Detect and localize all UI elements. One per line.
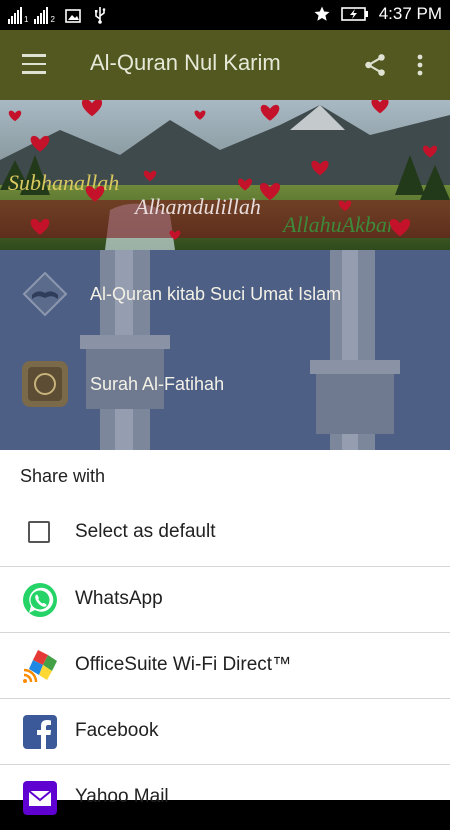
share-app-label: Yahoo Mail [75, 786, 169, 807]
list-item-label: Al-Quran kitab Suci Umat Islam [90, 284, 342, 304]
status-time: 4:37 PM [378, 4, 442, 23]
sim2-label: 2 [50, 15, 55, 24]
quran-cover-icon [22, 361, 68, 407]
share-sheet: Share with Select as default WhatsApp Of… [0, 450, 450, 815]
app-bar: Al-Quran Nul Karim [0, 30, 450, 100]
whatsapp-icon [23, 583, 57, 617]
status-bar: 1 2 4:37 PM [0, 0, 450, 30]
app-title: Al-Quran Nul Karim [90, 50, 281, 75]
hearts-landscape-banner: Subhanallah Alhamdulillah AllahuAkbar [0, 100, 450, 250]
officesuite-icon [23, 650, 57, 683]
select-default-row[interactable]: Select as default [0, 500, 450, 565]
share-app-label: WhatsApp [75, 588, 163, 609]
star-icon [314, 6, 330, 21]
battery-charging-icon [340, 7, 368, 21]
image-icon [65, 9, 81, 23]
menu-icon[interactable] [22, 54, 46, 74]
status-right: 4:37 PM [313, 4, 442, 24]
share-app-yahoo-mail[interactable]: Yahoo Mail [0, 764, 450, 830]
banner-image: Subhanallah Alhamdulillah AllahuAkbar [0, 100, 450, 250]
share-app-label: Facebook [75, 720, 159, 741]
usb-icon [94, 7, 106, 24]
share-app-whatsapp[interactable]: WhatsApp [0, 566, 450, 632]
facebook-icon [23, 715, 57, 749]
select-default-label: Select as default [75, 521, 216, 542]
list-item-label: Surah Al-Fatihah [90, 374, 225, 394]
signal-icon: 2 [34, 7, 55, 24]
banner-word-2: Alhamdulillah [133, 194, 261, 219]
share-sheet-title: Share with [20, 466, 106, 486]
list-item[interactable]: Al-Quran kitab Suci Umat Islam [0, 250, 450, 340]
signal-icon: 1 [8, 7, 28, 24]
share-icon[interactable] [362, 52, 388, 78]
main-content: Al-Quran kitab Suci Umat Islam Surah Al-… [0, 250, 450, 450]
sim1-label: 1 [24, 15, 29, 24]
default-checkbox[interactable] [28, 521, 50, 543]
more-vert-icon[interactable] [414, 52, 426, 78]
share-app-label: OfficeSuite Wi-Fi Direct™ [75, 654, 292, 675]
yahoo-mail-icon [23, 781, 57, 815]
status-left: 1 2 [8, 6, 107, 24]
share-app-facebook[interactable]: Facebook [0, 698, 450, 764]
share-app-officesuite[interactable]: OfficeSuite Wi-Fi Direct™ [0, 632, 450, 698]
banner-word-3: AllahuAkbar [281, 212, 396, 237]
quran-book-icon [22, 271, 68, 317]
list-item[interactable]: Surah Al-Fatihah [0, 340, 450, 430]
